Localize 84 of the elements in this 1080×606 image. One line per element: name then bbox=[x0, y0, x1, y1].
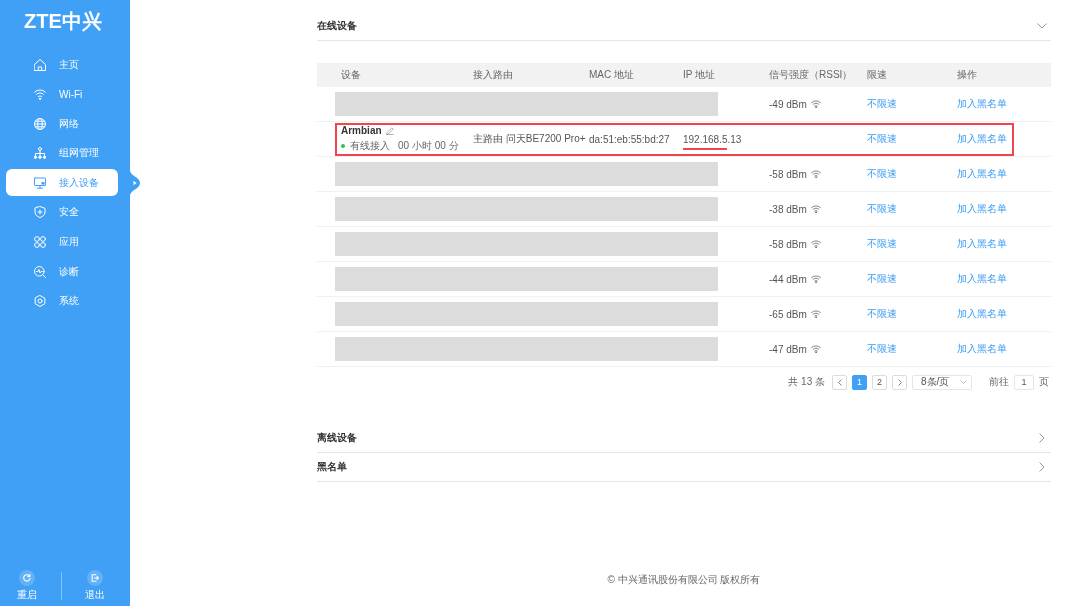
nav-item[interactable]: 网络 bbox=[6, 110, 118, 138]
logo: ZTE中兴 bbox=[24, 9, 103, 34]
nav-item[interactable]: 系统 bbox=[6, 287, 118, 315]
wifi-signal-icon bbox=[810, 100, 821, 108]
connection-type: 有线接入 bbox=[350, 139, 390, 153]
gear-icon bbox=[34, 295, 46, 308]
speed-limit-link[interactable]: 不限速 bbox=[867, 97, 897, 111]
nav-item[interactable]: 应用 bbox=[6, 228, 118, 256]
wifi-signal-icon bbox=[810, 170, 821, 178]
blacklist-link[interactable]: 加入黑名单 bbox=[957, 202, 1007, 216]
hierarchy-icon bbox=[34, 147, 46, 160]
nav-item[interactable]: Wi-Fi bbox=[6, 80, 118, 108]
nav-item[interactable]: 组网管理 bbox=[6, 139, 118, 167]
nav-item[interactable]: 主页 bbox=[6, 51, 118, 78]
device-name: Armbian bbox=[341, 125, 382, 136]
speed-limit-link[interactable]: 不限速 bbox=[867, 272, 897, 286]
blacklist-link[interactable]: 加入黑名单 bbox=[957, 272, 1007, 286]
wifi-signal-icon bbox=[810, 205, 821, 213]
table-cell: -65 dBm bbox=[769, 308, 807, 320]
section-header[interactable]: 离线设备 bbox=[317, 424, 1051, 453]
shield-icon bbox=[34, 206, 46, 219]
blacklist-link[interactable]: 加入黑名单 bbox=[957, 97, 1007, 111]
wifi-icon bbox=[34, 88, 46, 101]
section-header[interactable]: 黑名单 bbox=[317, 453, 1051, 482]
blacklist-link[interactable]: 加入黑名单 bbox=[957, 342, 1007, 356]
nav-item[interactable]: 接入设备 bbox=[6, 169, 118, 197]
section-header[interactable]: 在线设备 bbox=[317, 12, 1051, 41]
home-icon bbox=[34, 58, 46, 71]
caret-down-icon bbox=[960, 380, 967, 384]
table-cell: -49 dBm bbox=[769, 98, 807, 110]
column-header: 设备 bbox=[341, 68, 361, 82]
blacklist-link[interactable]: 加入黑名单 bbox=[957, 307, 1007, 321]
refresh-icon bbox=[19, 570, 35, 586]
page-size-select[interactable]: 8条/页 bbox=[912, 374, 972, 390]
table-cell: da:51:eb:55:bd:27 bbox=[589, 133, 670, 145]
column-header: 接入路由 bbox=[473, 68, 513, 82]
table-cell: 192.168.5.13 bbox=[683, 133, 742, 145]
table-cell: -47 dBm bbox=[769, 343, 807, 355]
wifi-signal-icon bbox=[810, 275, 821, 283]
page-button[interactable]: 1 bbox=[852, 374, 867, 390]
table-cell: 主路由 问天BE7200 Pro+ bbox=[473, 132, 586, 146]
page-unit: 页 bbox=[1039, 375, 1049, 389]
blacklist-link[interactable]: 加入黑名单 bbox=[957, 132, 1007, 146]
goto-label: 前往 bbox=[989, 375, 1009, 389]
previous-page-button[interactable] bbox=[832, 374, 847, 390]
page-button[interactable]: 2 bbox=[872, 374, 887, 390]
table-cell: -44 dBm bbox=[769, 273, 807, 285]
wifi-signal-icon bbox=[810, 310, 821, 318]
logout-button[interactable]: 退出 bbox=[69, 570, 121, 601]
pencil-icon[interactable] bbox=[385, 126, 394, 135]
restart-button[interactable]: 重启 bbox=[0, 570, 54, 601]
column-header: IP 地址 bbox=[683, 68, 716, 82]
speed-limit-link[interactable]: 不限速 bbox=[867, 202, 897, 216]
nav-item[interactable]: 诊断 bbox=[6, 258, 118, 286]
globe-icon bbox=[34, 117, 46, 130]
column-header: MAC 地址 bbox=[589, 68, 634, 82]
table-cell: -58 dBm bbox=[769, 168, 807, 180]
magnifier-icon bbox=[34, 265, 46, 278]
blacklist-link[interactable]: 加入黑名单 bbox=[957, 237, 1007, 251]
highlight-underline bbox=[683, 147, 727, 150]
wifi-signal-icon bbox=[810, 345, 821, 353]
column-header: 操作 bbox=[957, 68, 977, 82]
speed-limit-link[interactable]: 不限速 bbox=[867, 342, 897, 356]
speed-limit-link[interactable]: 不限速 bbox=[867, 132, 897, 146]
logout-icon bbox=[87, 570, 103, 586]
table-cell: -38 dBm bbox=[769, 203, 807, 215]
online-duration: 00 小时 00 分 bbox=[398, 139, 459, 153]
chevron-left-icon bbox=[837, 378, 842, 386]
table-cell: -58 dBm bbox=[769, 238, 807, 250]
page-input[interactable]: 1 bbox=[1014, 374, 1034, 390]
next-page-button[interactable] bbox=[892, 374, 907, 390]
column-header: 信号强度（RSSI） bbox=[769, 68, 853, 82]
grid-icon bbox=[34, 236, 46, 249]
speed-limit-link[interactable]: 不限速 bbox=[867, 237, 897, 251]
nav-item[interactable]: 安全 bbox=[6, 198, 118, 226]
chevron-right-icon bbox=[897, 378, 902, 386]
speed-limit-link[interactable]: 不限速 bbox=[867, 167, 897, 181]
copyright-text: © 中兴通讯股份有限公司 版权所有 bbox=[606, 574, 762, 587]
wifi-signal-icon bbox=[810, 240, 821, 248]
column-header: 限速 bbox=[867, 68, 887, 82]
total-count: 共 13 条 bbox=[788, 375, 825, 389]
monitor-icon bbox=[34, 176, 46, 189]
blacklist-link[interactable]: 加入黑名单 bbox=[957, 167, 1007, 181]
speed-limit-link[interactable]: 不限速 bbox=[867, 307, 897, 321]
